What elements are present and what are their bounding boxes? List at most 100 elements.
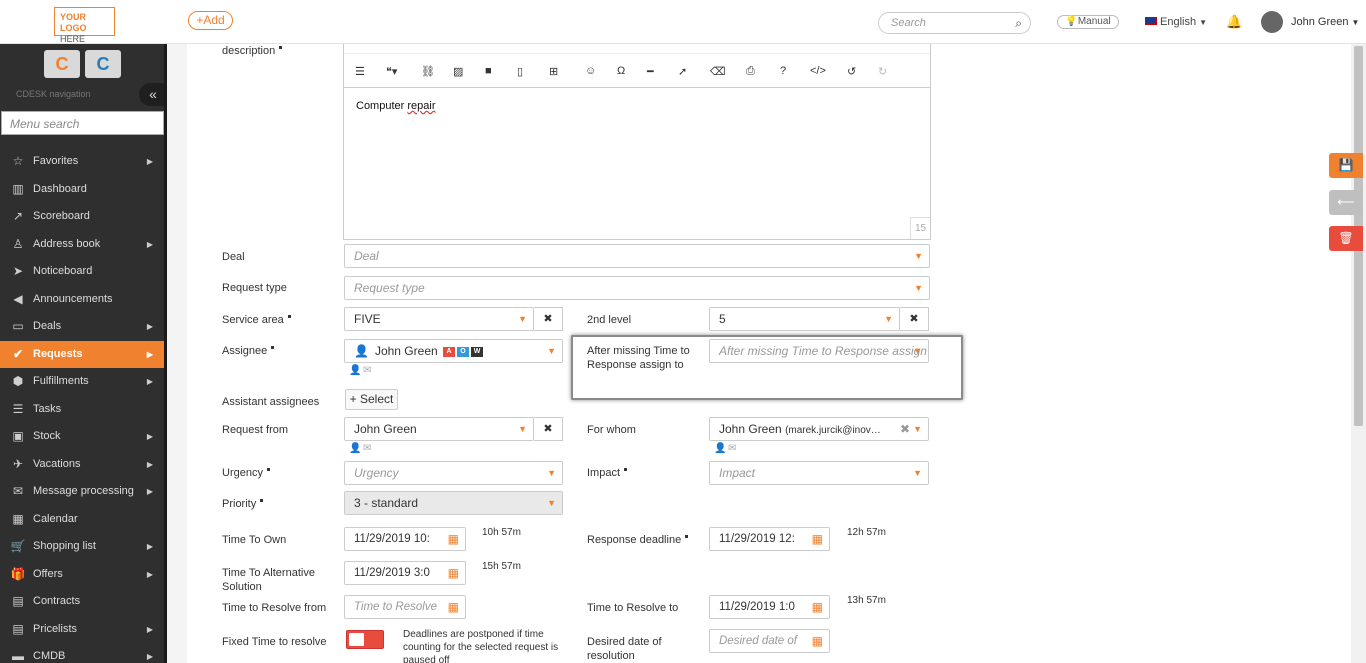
badge-a: A bbox=[443, 346, 456, 357]
document-icon[interactable]: ▯ bbox=[517, 65, 523, 78]
editor-content[interactable]: Computer repair bbox=[356, 100, 435, 112]
sidebar-item-fulfillments[interactable]: ⬢ Fulfillments ▶ bbox=[0, 368, 164, 396]
sidebar-item-contracts[interactable]: ▤ Contracts bbox=[0, 588, 164, 616]
manual-button[interactable]: 💡Manual bbox=[1057, 15, 1119, 29]
assignee-select[interactable]: 👤 John Green AOW ▼ bbox=[344, 339, 563, 363]
sidebar-item-cmdb[interactable]: ▬ CMDB ▶ bbox=[0, 643, 164, 663]
envelope-icon[interactable]: ✉ bbox=[728, 443, 736, 454]
urgency-label: Urgency bbox=[222, 466, 270, 480]
sidebar-item-offers[interactable]: 🎁 Offers ▶ bbox=[0, 561, 164, 589]
time-to-own-input[interactable]: 11/29/2019 10: ▦ bbox=[344, 527, 466, 551]
brand-logo-orange[interactable]: C bbox=[44, 50, 80, 78]
language-select[interactable]: English ▼ bbox=[1145, 16, 1207, 28]
search-input[interactable]: Search ⌕ bbox=[878, 12, 1031, 34]
sidebar-item-scoreboard[interactable]: ↗ Scoreboard bbox=[0, 203, 164, 231]
sidebar-item-message-processing[interactable]: ✉ Message processing ▶ bbox=[0, 478, 164, 506]
sidebar-item-pricelists[interactable]: ▤ Pricelists ▶ bbox=[0, 616, 164, 644]
priority-select[interactable]: 3 - standard ▼ bbox=[344, 491, 563, 515]
special-char-icon[interactable]: Ω bbox=[617, 65, 625, 77]
table-icon[interactable]: ⊞ bbox=[549, 65, 558, 78]
blockquote-icon[interactable]: ❝▾ bbox=[386, 65, 397, 78]
sidebar-item-noticeboard[interactable]: ➤ Noticeboard bbox=[0, 258, 164, 286]
deal-select[interactable]: Deal ▼ bbox=[344, 244, 930, 268]
sidebar-item-calendar[interactable]: ▦ Calendar bbox=[0, 506, 164, 534]
for-whom-select[interactable]: John Green (marek.jurcik@inov… ✖ ▼ bbox=[709, 417, 929, 441]
chevron-down-icon: ▼ bbox=[914, 251, 923, 261]
calendar-icon[interactable]: ▦ bbox=[448, 596, 459, 618]
response-deadline-duration: 12h 57m bbox=[847, 527, 886, 538]
response-deadline-input[interactable]: 11/29/2019 12: ▦ bbox=[709, 527, 830, 551]
bell-icon[interactable]: 🔔 bbox=[1226, 14, 1242, 30]
undo-icon[interactable]: ↺ bbox=[847, 65, 856, 78]
envelope-icon[interactable]: ✉ bbox=[363, 443, 371, 454]
avatar[interactable] bbox=[1261, 11, 1283, 33]
service-area-select[interactable]: FIVE ▼ bbox=[344, 307, 534, 331]
bulb-icon: 💡 bbox=[1065, 16, 1078, 27]
sidebar-item-deals[interactable]: ▭ Deals ▶ bbox=[0, 313, 164, 341]
link-icon[interactable]: ⛓ bbox=[421, 65, 435, 78]
collapse-sidebar-icon[interactable]: « bbox=[139, 83, 164, 106]
request-type-select[interactable]: Request type ▼ bbox=[344, 276, 930, 300]
help-icon[interactable]: ? bbox=[780, 65, 786, 77]
sidebar-item-favorites[interactable]: ☆ Favorites ▶ bbox=[0, 148, 164, 176]
resolve-from-input[interactable]: Time to Resolve ▦ bbox=[344, 595, 466, 619]
print-icon[interactable]: ⎙ bbox=[746, 65, 755, 78]
clear-for-whom-icon[interactable]: ✖ bbox=[900, 418, 910, 440]
calendar-icon[interactable]: ▦ bbox=[812, 528, 823, 550]
sidebar: C C CDESK navigation « Menu search ☆ Favo… bbox=[0, 44, 167, 663]
horizontal-line-icon[interactable]: ━ bbox=[647, 65, 654, 78]
second-level-select[interactable]: 5 ▼ bbox=[709, 307, 900, 331]
source-code-icon[interactable]: </> bbox=[810, 65, 826, 77]
description-editor[interactable]: ☰ ❝▾ ⛓ ▨ ■ ▯ ⊞ ☺ Ω ━ ➚ ⌫ ⎙ ? </> ↺ ↻ Com… bbox=[343, 44, 931, 240]
company-logo[interactable]: YOUR LOGO HERE bbox=[54, 7, 115, 44]
save-icon[interactable]: 💾 bbox=[1329, 153, 1363, 178]
sidebar-item-vacations[interactable]: ✈ Vacations ▶ bbox=[0, 451, 164, 479]
desired-date-input[interactable]: Desired date of ▦ bbox=[709, 629, 830, 653]
calendar-icon[interactable]: ▦ bbox=[812, 630, 823, 652]
fixed-time-toggle[interactable] bbox=[346, 630, 384, 649]
urgency-select[interactable]: Urgency ▼ bbox=[344, 461, 563, 485]
brand-logo-blue[interactable]: C bbox=[85, 50, 121, 78]
user-menu[interactable]: John Green ▼ bbox=[1291, 16, 1359, 28]
sidebar-item-address-book[interactable]: ♙ Address book ▶ bbox=[0, 231, 164, 259]
search-icon[interactable]: ⌕ bbox=[1015, 16, 1022, 31]
select-all-icon[interactable]: ➚ bbox=[678, 65, 687, 78]
person-icon: 👤 bbox=[354, 344, 369, 358]
eraser-icon[interactable]: ⌫ bbox=[710, 65, 726, 78]
clear-request-from-button[interactable]: ✖ bbox=[534, 417, 563, 441]
video-icon[interactable]: ■ bbox=[485, 65, 492, 77]
calendar-icon[interactable]: ▦ bbox=[448, 562, 459, 584]
highlight-box bbox=[571, 335, 963, 400]
char-count: 15 bbox=[910, 217, 930, 239]
resolve-to-input[interactable]: 11/29/2019 1:0 ▦ bbox=[709, 595, 830, 619]
person-icon[interactable]: 👤 bbox=[349, 365, 361, 376]
select-assistants-button[interactable]: + Select bbox=[345, 389, 398, 410]
sidebar-item-tasks[interactable]: ☰ Tasks bbox=[0, 396, 164, 424]
clear-second-level-button[interactable]: ✖ bbox=[900, 307, 929, 331]
trash-icon[interactable]: 🗑 bbox=[1329, 226, 1363, 251]
resolve-from-placeholder: Time to Resolve bbox=[354, 601, 437, 613]
page-scrollbar[interactable] bbox=[1351, 44, 1366, 663]
sidebar-item-stock[interactable]: ▣ Stock ▶ bbox=[0, 423, 164, 451]
sidebar-item-announcements[interactable]: ◀ Announcements bbox=[0, 286, 164, 314]
add-button[interactable]: +Add bbox=[188, 11, 233, 30]
clear-service-area-button[interactable]: ✖ bbox=[534, 307, 563, 331]
request-from-select[interactable]: John Green ▼ bbox=[344, 417, 534, 441]
editor-toolbar-row2: ☰ ❝▾ ⛓ ▨ ■ ▯ ⊞ ☺ Ω ━ ➚ ⌫ ⎙ ? </> ↺ ↻ bbox=[344, 58, 930, 88]
back-arrow-icon[interactable]: ⟵ bbox=[1329, 190, 1363, 215]
indent-icon[interactable]: ☰ bbox=[355, 65, 365, 78]
sidebar-item-shopping-list[interactable]: 🛒 Shopping list ▶ bbox=[0, 533, 164, 561]
calendar-icon[interactable]: ▦ bbox=[812, 596, 823, 618]
person-icon[interactable]: 👤 bbox=[714, 443, 726, 454]
menu-search-input[interactable]: Menu search bbox=[1, 111, 164, 135]
redo-icon[interactable]: ↻ bbox=[878, 65, 887, 78]
sidebar-item-requests[interactable]: ✔ Requests ▶ bbox=[0, 340, 164, 368]
alt-solution-input[interactable]: 11/29/2019 3:0 ▦ bbox=[344, 561, 466, 585]
envelope-icon[interactable]: ✉ bbox=[363, 365, 371, 376]
impact-select[interactable]: Impact ▼ bbox=[709, 461, 929, 485]
emoji-icon[interactable]: ☺ bbox=[585, 65, 596, 77]
image-icon[interactable]: ▨ bbox=[453, 65, 463, 78]
person-icon[interactable]: 👤 bbox=[349, 443, 361, 454]
calendar-icon[interactable]: ▦ bbox=[448, 528, 459, 550]
sidebar-item-dashboard[interactable]: ▥ Dashboard bbox=[0, 176, 164, 204]
